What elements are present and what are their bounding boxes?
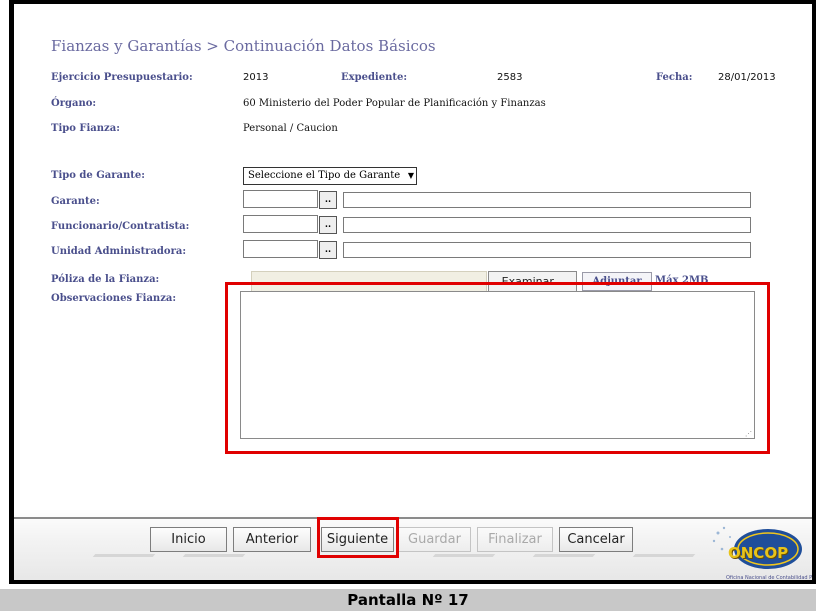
siguiente-highlight-box xyxy=(317,517,399,558)
organo-label: Órgano: xyxy=(51,98,97,109)
screen-caption: Pantalla Nº 17 xyxy=(347,591,469,609)
tipo-fianza-value: Personal / Caucion xyxy=(243,123,338,134)
garante-lookup-button[interactable]: .. xyxy=(319,191,337,209)
fecha-value: 28/01/2013 xyxy=(718,72,776,83)
garante-description-input[interactable] xyxy=(343,192,751,208)
page-title: Fianzas y Garantías > Continuación Datos… xyxy=(51,37,436,55)
funcionario-lookup-button[interactable]: .. xyxy=(319,216,337,234)
footer-stripe xyxy=(632,554,696,557)
observaciones-label: Observaciones Fianza: xyxy=(51,293,177,304)
garante-code-input[interactable] xyxy=(243,190,318,208)
fecha-label: Fecha: xyxy=(656,72,693,83)
dropdown-arrow-icon: ▼ xyxy=(407,171,414,180)
observaciones-highlight-box xyxy=(225,282,770,454)
poliza-label: Póliza de la Fianza: xyxy=(51,274,160,285)
unidad-label: Unidad Administradora: xyxy=(51,246,187,257)
inicio-button[interactable]: Inicio xyxy=(150,527,227,552)
cancelar-button[interactable]: Cancelar xyxy=(559,527,633,552)
tipo-garante-select[interactable]: Seleccione el Tipo de Garante ▼ xyxy=(243,167,417,185)
footer-stripe xyxy=(432,554,496,557)
footer-stripe xyxy=(532,554,596,557)
footer-stripe xyxy=(182,554,246,557)
tipo-garante-selected: Seleccione el Tipo de Garante xyxy=(248,170,401,181)
ejercicio-value: 2013 xyxy=(243,72,269,83)
expediente-value: 2583 xyxy=(497,72,523,83)
funcionario-label: Funcionario/Contratista: xyxy=(51,221,190,232)
ejercicio-label: Ejercicio Presupuestario: xyxy=(51,72,193,83)
footer-stripe xyxy=(92,554,156,557)
unidad-description-input[interactable] xyxy=(343,242,751,258)
expediente-label: Expediente: xyxy=(341,72,408,83)
unidad-code-input[interactable] xyxy=(243,240,318,258)
funcionario-code-input[interactable] xyxy=(243,215,318,233)
funcionario-description-input[interactable] xyxy=(343,217,751,233)
garante-label: Garante: xyxy=(51,196,100,207)
footer-divider xyxy=(14,517,812,519)
tipo-fianza-label: Tipo Fianza: xyxy=(51,123,120,134)
organo-value: 60 Ministerio del Poder Popular de Plani… xyxy=(243,98,546,109)
unidad-lookup-button[interactable]: .. xyxy=(319,241,337,259)
tipo-garante-label: Tipo de Garante: xyxy=(51,170,145,181)
finalizar-button[interactable]: Finalizar xyxy=(477,527,553,552)
application-window: Fianzas y Garantías > Continuación Datos… xyxy=(9,0,816,584)
logo-org-name: Oficina Nacional de Contabilidad Pública xyxy=(726,574,816,581)
guardar-button[interactable]: Guardar xyxy=(398,527,471,552)
anterior-button[interactable]: Anterior xyxy=(233,527,311,552)
logo-wordmark: ONCOP xyxy=(728,544,789,562)
